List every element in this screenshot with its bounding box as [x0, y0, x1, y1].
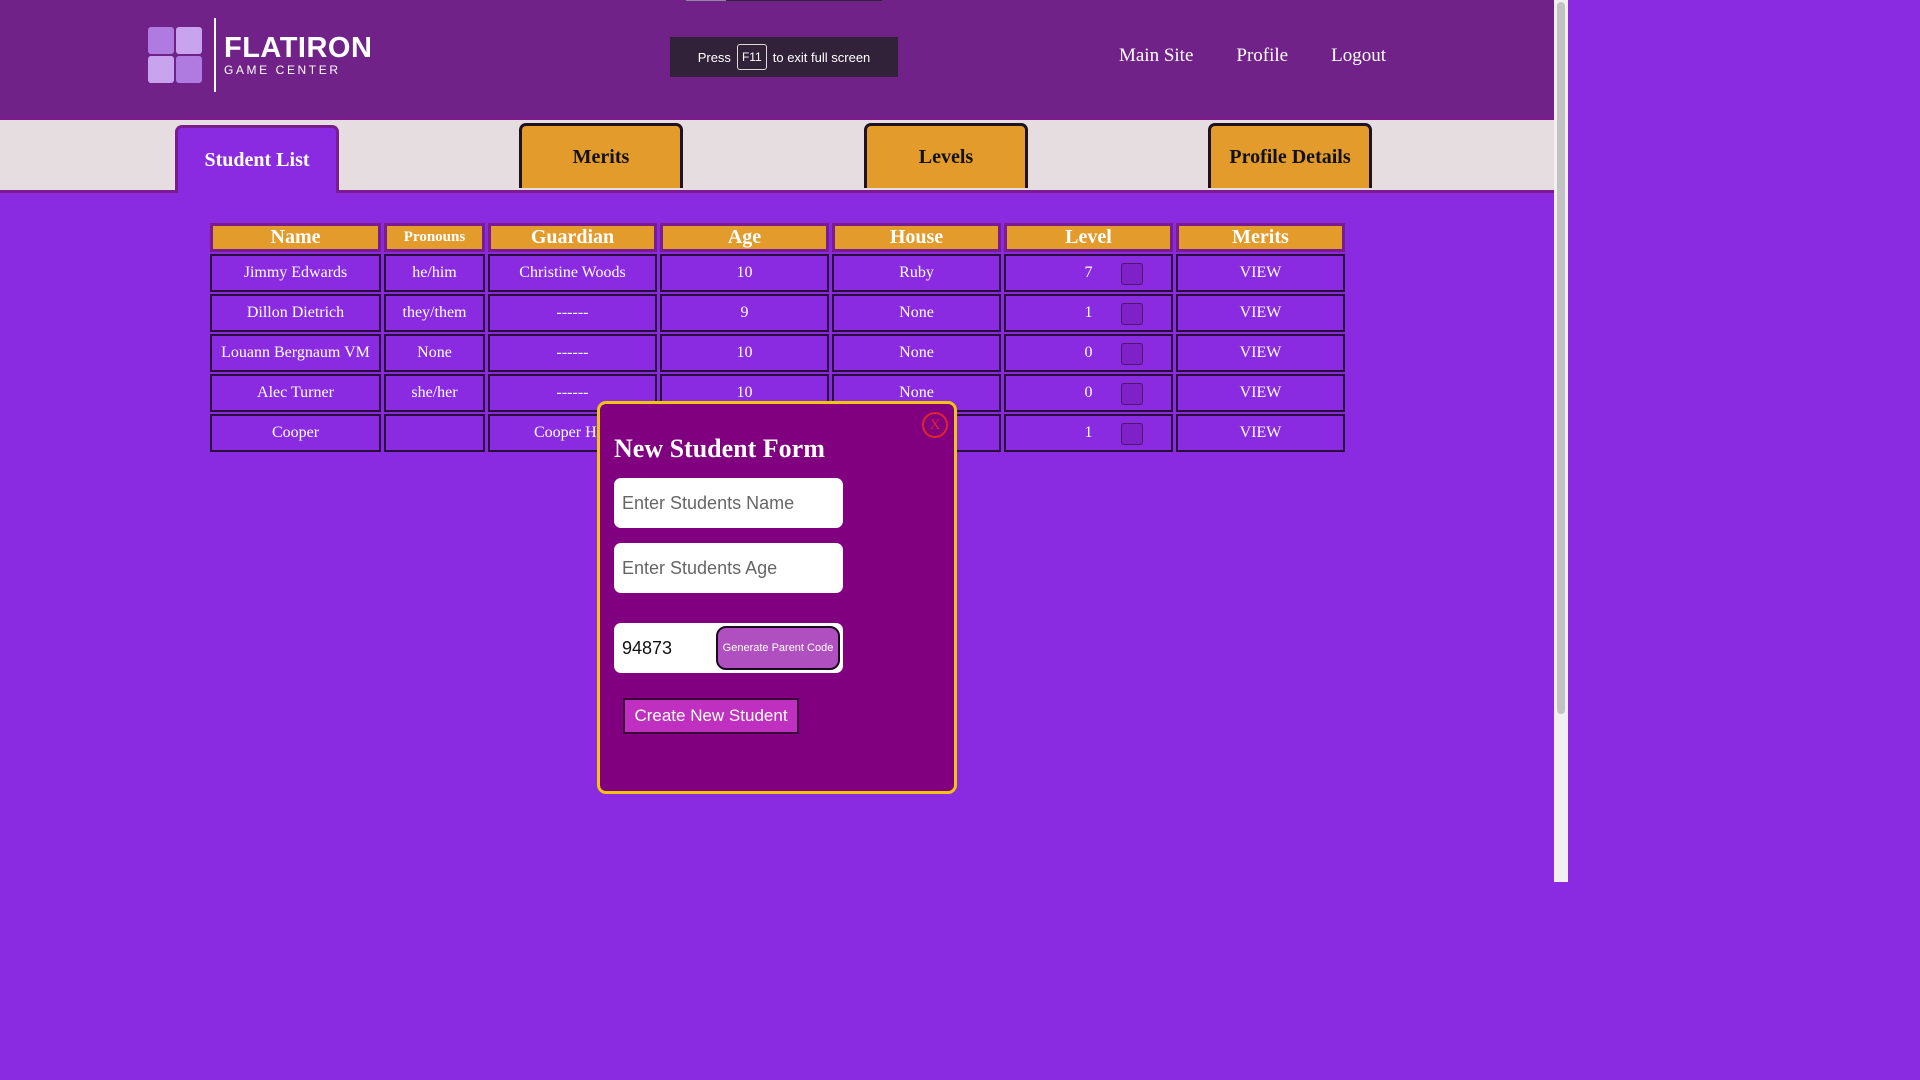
nav-logout[interactable]: Logout: [1331, 45, 1386, 67]
cell-level: 1: [1004, 414, 1173, 452]
cell-name: Jimmy Edwards: [210, 254, 381, 292]
level-value: 7: [1084, 264, 1093, 281]
top-nav: Main Site Profile Logout: [1119, 45, 1386, 67]
cell-pronouns: [384, 414, 485, 452]
tab-student-list[interactable]: Student List: [175, 125, 339, 193]
level-up-checkbox[interactable]: [1121, 383, 1143, 405]
fullscreen-prefix: Press: [697, 49, 731, 65]
top-header: FLATIRON GAME CENTER Press F11 to exit f…: [0, 0, 1554, 120]
col-pronouns[interactable]: Pronouns: [384, 223, 485, 252]
cell-level: 7: [1004, 254, 1173, 292]
cell-name: Dillon Dietrich: [210, 294, 381, 332]
cell-name: Louann Bergnaum VM: [210, 334, 381, 372]
top-loading-bar: [686, 0, 882, 1]
cell-pronouns: they/them: [384, 294, 485, 332]
student-age-input[interactable]: Enter Students Age: [614, 543, 843, 593]
col-level[interactable]: Level: [1004, 223, 1173, 252]
view-merits-link[interactable]: VIEW: [1176, 414, 1345, 452]
table-row: Dillon Dietrich they/them ------ 9 None …: [210, 294, 1345, 332]
table-header-row: Name Pronouns Guardian Age House Level M…: [210, 223, 1345, 252]
level-value: 1: [1084, 304, 1093, 321]
level-value: 0: [1084, 384, 1093, 401]
view-merits-link[interactable]: VIEW: [1176, 294, 1345, 332]
cell-age: 10: [660, 334, 829, 372]
tab-merits[interactable]: Merits: [519, 123, 683, 188]
tabs-bar: Student List Merits Levels Profile Detai…: [0, 120, 1554, 193]
cell-pronouns: he/him: [384, 254, 485, 292]
col-merits[interactable]: Merits: [1176, 223, 1345, 252]
view-merits-link[interactable]: VIEW: [1176, 334, 1345, 372]
col-age[interactable]: Age: [660, 223, 829, 252]
close-icon[interactable]: X: [922, 412, 948, 438]
logo-subtitle: GAME CENTER: [224, 63, 341, 77]
generate-parent-code-button[interactable]: Generate Parent Code: [716, 626, 840, 670]
view-merits-link[interactable]: VIEW: [1176, 374, 1345, 412]
tab-levels[interactable]: Levels: [864, 123, 1028, 188]
nav-main-site[interactable]: Main Site: [1119, 45, 1193, 67]
cell-pronouns: None: [384, 334, 485, 372]
view-merits-link[interactable]: VIEW: [1176, 254, 1345, 292]
modal-title: New Student Form: [614, 434, 825, 463]
cell-house: None: [832, 334, 1001, 372]
logo-divider: [214, 18, 216, 92]
col-guardian[interactable]: Guardian: [488, 223, 657, 252]
cell-name: Alec Turner: [210, 374, 381, 412]
col-name[interactable]: Name: [210, 223, 381, 252]
cell-level: 0: [1004, 334, 1173, 372]
table-row: Louann Bergnaum VM None ------ 10 None 0…: [210, 334, 1345, 372]
f11-key-badge: F11: [736, 44, 767, 70]
level-up-checkbox[interactable]: [1121, 263, 1143, 285]
cell-pronouns: she/her: [384, 374, 485, 412]
level-up-checkbox[interactable]: [1121, 423, 1143, 445]
level-value: 1: [1084, 424, 1093, 441]
cell-house: Ruby: [832, 254, 1001, 292]
col-house[interactable]: House: [832, 223, 1001, 252]
table-row: Jimmy Edwards he/him Christine Woods 10 …: [210, 254, 1345, 292]
level-up-checkbox[interactable]: [1121, 303, 1143, 325]
cell-level: 1: [1004, 294, 1173, 332]
nav-profile[interactable]: Profile: [1236, 45, 1288, 67]
flatiron-logo[interactable]: FLATIRON GAME CENTER: [148, 18, 372, 92]
cell-guardian: Christine Woods: [488, 254, 657, 292]
level-up-checkbox[interactable]: [1121, 343, 1143, 365]
cell-guardian: ------: [488, 294, 657, 332]
cell-level: 0: [1004, 374, 1173, 412]
tab-profile-details[interactable]: Profile Details: [1208, 123, 1372, 188]
game-pieces-icon: [148, 27, 204, 83]
parent-code-field: 94873 Generate Parent Code: [614, 623, 843, 673]
cell-house: None: [832, 294, 1001, 332]
cell-age: 10: [660, 254, 829, 292]
cell-name: Cooper: [210, 414, 381, 452]
scrollbar-thumb[interactable]: [1557, 2, 1565, 714]
fullscreen-suffix: to exit full screen: [772, 49, 871, 65]
parent-code-value[interactable]: 94873: [622, 638, 672, 659]
create-new-student-button[interactable]: Create New Student: [623, 698, 799, 734]
fullscreen-notice: Press F11 to exit full screen: [670, 37, 898, 77]
vertical-scrollbar[interactable]: [1554, 0, 1568, 882]
cell-guardian: ------: [488, 334, 657, 372]
student-name-input[interactable]: Enter Students Name: [614, 478, 843, 528]
level-value: 0: [1084, 344, 1093, 361]
cell-age: 9: [660, 294, 829, 332]
new-student-modal: X New Student Form Enter Students Name E…: [597, 401, 957, 794]
logo-title: FLATIRON: [224, 32, 373, 64]
